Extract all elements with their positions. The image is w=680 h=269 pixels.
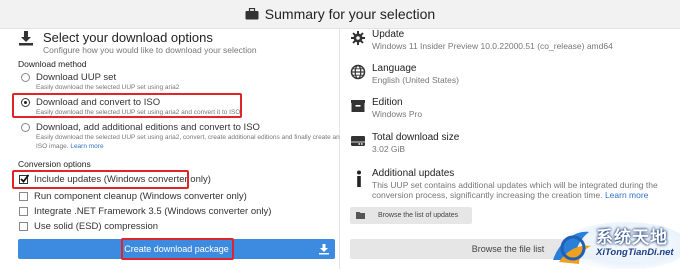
method-desc-uup: Easily download the selected UUP set usi… <box>36 84 180 91</box>
additional-updates-line2: conversion process, significantly increa… <box>372 190 648 200</box>
column-divider <box>339 28 340 269</box>
download-icon-button <box>319 244 329 255</box>
radio-download-uup[interactable] <box>21 73 30 82</box>
language-value: English (United States) <box>372 75 459 85</box>
edition-value: Windows Pro <box>372 109 423 119</box>
download-icon <box>19 31 33 46</box>
method-desc-convert-iso: Easily download the selected UUP set usi… <box>36 109 243 116</box>
globe-icon <box>350 64 366 80</box>
update-value: Windows 11 Insider Preview 10.0.22000.51… <box>372 41 613 51</box>
additional-updates-line1: This UUP set contains additional updates… <box>372 180 658 190</box>
method-label-convert-iso: Download and convert to ISO <box>36 97 161 108</box>
conversion-options-heading: Conversion options <box>18 159 91 169</box>
method-label-uup: Download UUP set <box>36 72 117 83</box>
method-label-additional-editions: Download, add additional editions and co… <box>36 122 260 133</box>
summary-title: Summary for your selection <box>264 6 436 22</box>
box-icon <box>351 100 365 112</box>
additional-updates-desc: conversion process, significantly increa… <box>372 190 603 200</box>
watermark-text: 系统天地 <box>596 228 668 248</box>
info-icon <box>357 170 361 187</box>
checkbox-dotnet35[interactable] <box>19 207 28 216</box>
watermark-url: XiTongTianDi.net <box>596 247 674 258</box>
radio-convert-iso[interactable] <box>21 98 30 107</box>
method-desc-additional-editions: Easily download the selected UUP set usi… <box>36 134 340 141</box>
method-desc-additional-editions-line2: ISO image. Learn more <box>36 143 104 150</box>
conversion-label-dotnet35: Integrate .NET Framework 3.5 (Windows co… <box>34 206 272 217</box>
conversion-label-esd-compression: Use solid (ESD) compression <box>34 221 159 232</box>
browse-file-list-label: Browse the file list <box>471 244 545 254</box>
highlight-create-button <box>121 238 234 260</box>
conversion-label-include-updates: Include updates (Windows converter only) <box>34 174 211 185</box>
download-method-heading: Download method <box>18 59 87 69</box>
language-label: Language <box>372 63 417 74</box>
options-title: Select your download options <box>43 30 213 45</box>
size-label: Total download size <box>372 132 460 143</box>
update-label: Update <box>372 29 405 40</box>
radio-additional-editions[interactable] <box>21 123 30 132</box>
learn-more-link-editions[interactable]: Learn more <box>70 143 103 150</box>
hard-drive-icon <box>351 136 365 146</box>
browse-updates-button[interactable]: Browse the list of updates <box>350 207 472 224</box>
browse-updates-label: Browse the list of updates <box>378 212 459 219</box>
gear-icon <box>351 31 365 45</box>
options-subtitle: Configure how you would like to download… <box>43 45 257 55</box>
checkmark-icon <box>20 174 30 183</box>
conversion-label-component-cleanup: Run component cleanup (Windows converter… <box>34 191 247 202</box>
summary-header: Summary for your selection <box>0 0 680 28</box>
additional-updates-label: Additional updates <box>372 168 455 179</box>
folder-icon <box>356 212 365 219</box>
learn-more-link-updates[interactable]: Learn more <box>605 190 648 200</box>
edition-label: Edition <box>372 97 403 108</box>
checkbox-component-cleanup[interactable] <box>19 192 28 201</box>
method-desc-iso-image: ISO image. <box>36 143 69 150</box>
briefcase-icon <box>245 8 259 20</box>
size-value: 3.02 GiB <box>372 144 406 154</box>
checkbox-esd-compression[interactable] <box>19 222 28 231</box>
